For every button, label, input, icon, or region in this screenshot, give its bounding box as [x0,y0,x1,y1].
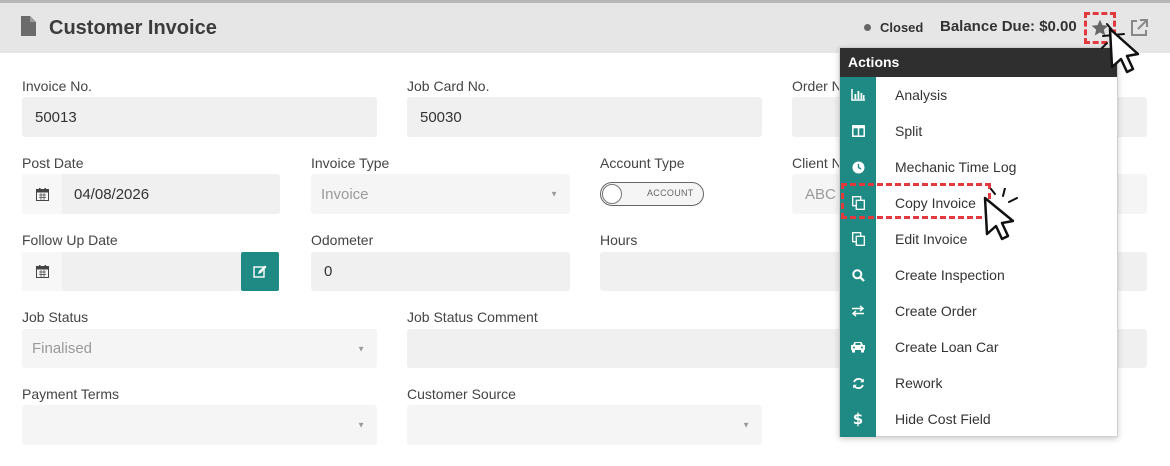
status-dot-icon [864,24,871,31]
menu-item-label: Hide Cost Field [895,411,991,427]
calendar-icon[interactable] [22,174,62,214]
invoice-no-label: Invoice No. [22,78,93,94]
copy-invoice-highlight [841,183,991,219]
menu-item-hide-cost-field[interactable]: $ Hide Cost Field [840,401,1117,437]
page-title: Customer Invoice [49,17,217,39]
page-header: Customer Invoice Closed Balance Due: $0.… [0,0,1170,53]
job-status-label: Job Status [22,309,89,325]
status-badge: Closed [880,20,924,35]
client-no-label: Client N [792,155,842,171]
menu-item-create-loan-car[interactable]: Create Loan Car [840,329,1117,365]
odometer-label: Odometer [311,232,374,248]
refresh-icon [840,365,876,401]
odometer-field[interactable]: 0 [311,252,570,291]
caret-down-icon: ▼ [550,189,558,199]
job-status-comment-label: Job Status Comment [407,309,538,325]
bar-chart-icon [840,77,876,113]
calendar-icon[interactable] [22,252,62,291]
menu-item-label: Create Inspection [895,267,1005,283]
order-no-label: Order N [792,78,842,94]
car-icon [840,329,876,365]
job-status-value: Finalised [32,340,93,357]
job-card-no-label: Job Card No. [407,78,490,94]
actions-menu-title: Actions [840,48,1117,77]
balance-due: Balance Due: $0.00 [940,18,1077,35]
copy-icon [840,221,876,257]
customer-source-select[interactable]: ▼ [407,405,762,445]
caret-down-icon: ▼ [357,420,365,430]
menu-item-create-order[interactable]: Create Order [840,293,1117,329]
dollar-icon: $ [852,410,864,428]
menu-item-mechanic-time-log[interactable]: Mechanic Time Log [840,149,1117,185]
customer-source-label: Customer Source [407,386,516,402]
columns-icon [840,113,876,149]
invoice-no-field[interactable]: 50013 [22,97,377,137]
menu-item-split[interactable]: Split [840,113,1117,149]
post-date-value: 04/08/2026 [74,185,150,203]
post-date-label: Post Date [22,155,84,171]
invoice-type-select[interactable]: Invoice ▼ [311,174,570,214]
menu-item-label: Analysis [895,87,948,103]
job-status-select[interactable]: Finalised ▼ [22,329,377,368]
toggle-knob [602,184,622,204]
payment-terms-label: Payment Terms [22,386,119,402]
post-date-field[interactable]: 04/08/2026 [22,174,280,214]
caret-down-icon: ▼ [357,344,365,353]
client-no-value: ABC [805,185,836,203]
menu-item-label: Rework [895,375,943,391]
mouse-cursor-icon [983,188,1018,241]
menu-item-rework[interactable]: Rework [840,365,1117,401]
document-icon [21,16,36,36]
menu-item-analysis[interactable]: Analysis [840,77,1117,113]
invoice-type-value: Invoice [321,185,369,203]
toggle-text: ACCOUNT [647,188,694,198]
caret-down-icon: ▼ [742,420,750,430]
follow-up-date-field[interactable] [22,252,241,291]
menu-item-label: Create Loan Car [895,339,999,355]
hours-label: Hours [600,232,638,248]
exchange-icon [840,293,876,329]
mouse-cursor-icon [1101,23,1140,74]
menu-item-label: Mechanic Time Log [895,159,1017,175]
job-card-no-field[interactable]: 50030 [407,97,762,137]
invoice-type-label: Invoice Type [311,155,390,171]
payment-terms-select[interactable]: ▼ [22,405,377,445]
menu-item-label: Create Order [895,303,977,319]
menu-item-label: Edit Invoice [895,231,968,247]
clock-icon [840,149,876,185]
menu-item-label: Split [895,123,923,139]
account-type-label: Account Type [600,155,685,171]
search-icon [840,257,876,293]
edit-icon [253,265,267,278]
follow-up-date-label: Follow Up Date [22,232,118,248]
menu-item-create-inspection[interactable]: Create Inspection [840,257,1117,293]
edit-follow-up-button[interactable] [241,252,279,291]
account-type-toggle[interactable]: ACCOUNT [600,182,704,206]
